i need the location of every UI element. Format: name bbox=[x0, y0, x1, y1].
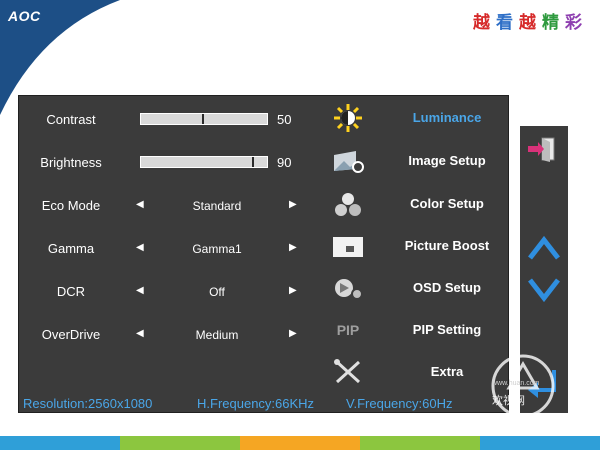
setting-label: Contrast bbox=[46, 112, 96, 127]
picture-boost-icon bbox=[330, 232, 366, 260]
setting-row-brightness[interactable]: Brightness 90 bbox=[19, 147, 319, 177]
setting-row-contrast[interactable]: Contrast 50 bbox=[19, 104, 319, 134]
strip-segment bbox=[240, 436, 360, 450]
left-arrow-icon[interactable]: ◀ bbox=[136, 242, 144, 253]
menu-item-image-setup[interactable]: Image Setup bbox=[324, 143, 509, 179]
setting-row-eco-mode[interactable]: Eco Mode ◀ Standard ▶ bbox=[19, 190, 319, 220]
sun-icon bbox=[330, 104, 366, 132]
right-arrow-icon[interactable]: ▶ bbox=[289, 199, 297, 210]
setting-label: Eco Mode bbox=[41, 198, 101, 213]
watermark-url: www.huan.com bbox=[492, 380, 540, 387]
setting-value: Medium bbox=[195, 328, 239, 342]
image-setup-icon bbox=[330, 147, 366, 175]
setting-label: Brightness bbox=[40, 155, 102, 170]
menu-label: Color Setup bbox=[410, 196, 484, 211]
slogan-char: 彩 bbox=[565, 13, 588, 33]
slogan-char: 精 bbox=[542, 13, 565, 33]
menu-label: Luminance bbox=[412, 110, 482, 125]
menu-label: Image Setup bbox=[408, 153, 486, 168]
strip-segment bbox=[480, 436, 600, 450]
tools-icon bbox=[330, 358, 366, 386]
pip-icon: PIP bbox=[336, 322, 360, 338]
color-setup-icon bbox=[330, 190, 366, 218]
setting-row-gamma[interactable]: Gamma ◀ Gamma1 ▶ bbox=[19, 233, 319, 263]
setting-label: DCR bbox=[56, 284, 86, 299]
setting-row-overdrive[interactable]: OverDrive ◀ Medium ▶ bbox=[19, 319, 319, 349]
setting-row-dcr[interactable]: DCR ◀ Off ▶ bbox=[19, 276, 319, 306]
setting-value: 50 bbox=[277, 112, 292, 127]
setting-value: 90 bbox=[277, 155, 292, 170]
osd-panel: Contrast 50 Brightness 90 Eco Mode ◀ Standard ▶… bbox=[18, 95, 509, 413]
right-arrow-icon[interactable]: ▶ bbox=[289, 328, 297, 339]
slider-fill bbox=[141, 114, 204, 124]
setting-value: Off bbox=[209, 285, 225, 299]
menu-item-pip-setting[interactable]: PIP PIP Setting bbox=[324, 312, 509, 348]
menu-item-luminance[interactable]: Luminance bbox=[324, 100, 509, 136]
left-arrow-icon[interactable]: ◀ bbox=[136, 285, 144, 296]
slogan-char: 看 bbox=[496, 13, 519, 33]
up-button[interactable] bbox=[524, 232, 564, 264]
exit-button[interactable] bbox=[524, 134, 564, 164]
menu-label: PIP Setting bbox=[412, 322, 482, 337]
menu-item-color-setup[interactable]: Color Setup bbox=[324, 186, 509, 222]
setting-value: Gamma1 bbox=[192, 242, 242, 256]
strip-segment bbox=[360, 436, 480, 450]
slogan: 越看越精彩 bbox=[473, 8, 588, 33]
exit-icon bbox=[528, 137, 555, 162]
menu-item-osd-setup[interactable]: OSD Setup bbox=[324, 270, 509, 306]
slogan-char: 越 bbox=[473, 13, 496, 33]
resolution-readout: Resolution:2560x1080 bbox=[23, 396, 153, 411]
down-button[interactable] bbox=[524, 274, 564, 306]
menu-label: Picture Boost bbox=[404, 238, 490, 253]
right-arrow-icon[interactable]: ▶ bbox=[289, 285, 297, 296]
menu-label: OSD Setup bbox=[413, 280, 481, 295]
up-arrow-icon bbox=[528, 235, 560, 260]
watermark-text: 欢视网 bbox=[492, 395, 525, 407]
menu-item-picture-boost[interactable]: Picture Boost bbox=[324, 228, 509, 264]
left-arrow-icon[interactable]: ◀ bbox=[136, 328, 144, 339]
right-arrow-icon[interactable]: ▶ bbox=[289, 242, 297, 253]
color-strip bbox=[0, 436, 600, 450]
left-arrow-icon[interactable]: ◀ bbox=[136, 199, 144, 210]
v-frequency-readout: V.Frequency:60Hz bbox=[346, 396, 453, 411]
setting-label: Gamma bbox=[47, 241, 95, 256]
strip-segment bbox=[120, 436, 240, 450]
setting-slider[interactable] bbox=[140, 156, 268, 168]
slider-fill bbox=[141, 157, 255, 167]
h-frequency-readout: H.Frequency:66KHz bbox=[197, 396, 315, 411]
setting-value: Standard bbox=[192, 199, 242, 213]
menu-item-extra[interactable]: Extra bbox=[324, 354, 509, 390]
aoc-logo: AOC bbox=[8, 8, 41, 24]
osd-setup-icon bbox=[330, 274, 366, 302]
down-arrow-icon bbox=[528, 278, 560, 303]
slogan-char: 越 bbox=[519, 13, 542, 33]
setting-label: OverDrive bbox=[41, 327, 101, 342]
strip-segment bbox=[0, 436, 120, 450]
status-bar: Resolution:2560x1080 H.Frequency:66KHz V… bbox=[19, 396, 510, 412]
setting-slider[interactable] bbox=[140, 113, 268, 125]
